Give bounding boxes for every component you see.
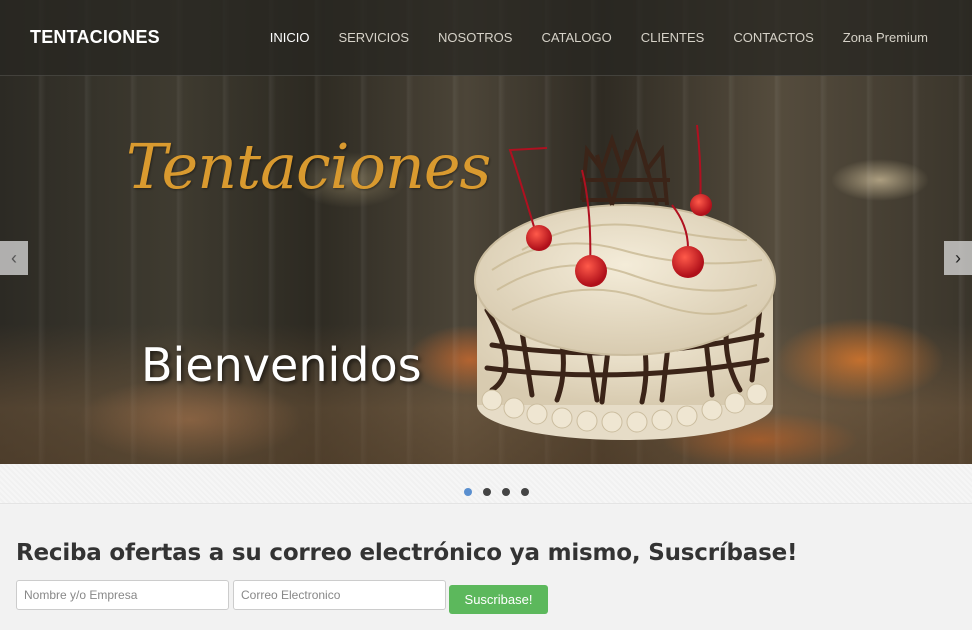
nav-item-zona-premium[interactable]: Zona Premium bbox=[843, 30, 928, 45]
slide-script-title: Tentaciones bbox=[126, 130, 491, 203]
nav-item-clientes[interactable]: CLIENTES bbox=[641, 30, 705, 45]
slider-next-button[interactable]: › bbox=[944, 241, 972, 275]
slide-caption: Bienvenidos bbox=[141, 338, 422, 392]
slide-dot-3[interactable] bbox=[502, 488, 510, 496]
nav-item-inicio[interactable]: INICIO bbox=[270, 30, 310, 45]
subscribe-button[interactable]: Suscribase! bbox=[449, 585, 548, 614]
main-nav: INICIO SERVICIOS NOSOTROS CATALOGO CLIEN… bbox=[241, 30, 928, 45]
subscribe-section: Reciba ofertas a su correo electrónico y… bbox=[0, 505, 972, 630]
nav-item-servicios[interactable]: SERVICIOS bbox=[338, 30, 409, 45]
nav-item-nosotros[interactable]: NOSOTROS bbox=[438, 30, 512, 45]
name-company-input[interactable] bbox=[16, 580, 229, 610]
email-input[interactable] bbox=[233, 580, 446, 610]
cake-image bbox=[474, 124, 776, 440]
top-navbar: TENTACIONES INICIO SERVICIOS NOSOTROS CA… bbox=[0, 0, 972, 76]
subscribe-title: Reciba ofertas a su correo electrónico y… bbox=[16, 540, 798, 566]
slider-indicators bbox=[0, 464, 972, 504]
brand-logo[interactable]: TENTACIONES bbox=[30, 27, 160, 48]
chevron-left-icon: ‹ bbox=[11, 248, 17, 268]
slide-dot-2[interactable] bbox=[483, 488, 491, 496]
slide-dot-1[interactable] bbox=[464, 488, 472, 496]
slider-prev-button[interactable]: ‹ bbox=[0, 241, 28, 275]
nav-item-contactos[interactable]: CONTACTOS bbox=[733, 30, 813, 45]
nav-item-catalogo[interactable]: CATALOGO bbox=[541, 30, 611, 45]
slide-dot-4[interactable] bbox=[521, 488, 529, 496]
chevron-right-icon: › bbox=[955, 248, 961, 268]
